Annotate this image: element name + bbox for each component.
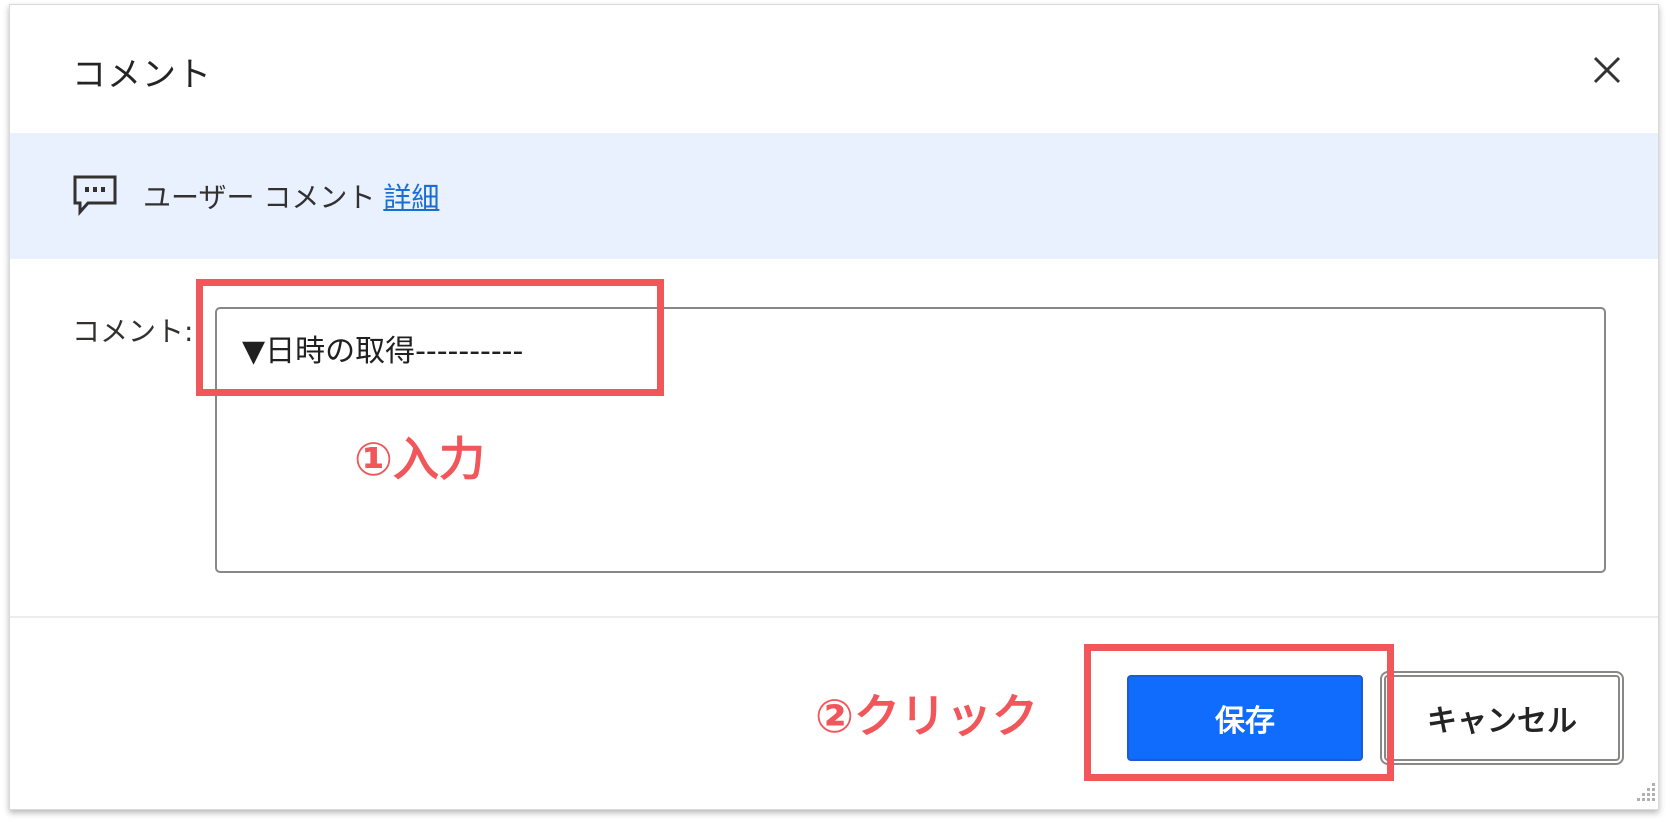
highlight-save-button <box>1084 644 1394 781</box>
details-link[interactable]: 詳細 <box>383 181 439 214</box>
highlight-comment-input <box>196 279 664 396</box>
close-button[interactable] <box>1585 48 1629 92</box>
cancel-button[interactable]: キャンセル <box>1380 671 1624 765</box>
comment-icon <box>73 175 117 216</box>
resize-grip-icon[interactable] <box>1634 779 1658 803</box>
dialog-title: コメント <box>72 55 212 95</box>
footer-divider <box>10 616 1658 618</box>
info-bar: ユーザー コメント 詳細 <box>10 133 1658 259</box>
close-icon <box>1593 56 1621 84</box>
info-bar-text: ユーザー コメント 詳細 <box>143 176 439 216</box>
info-bar-label: ユーザー コメント <box>143 181 376 214</box>
step2-label: ②クリック <box>815 689 1038 743</box>
step1-label: ①入力 <box>354 432 485 486</box>
comment-label: コメント: <box>72 315 194 348</box>
